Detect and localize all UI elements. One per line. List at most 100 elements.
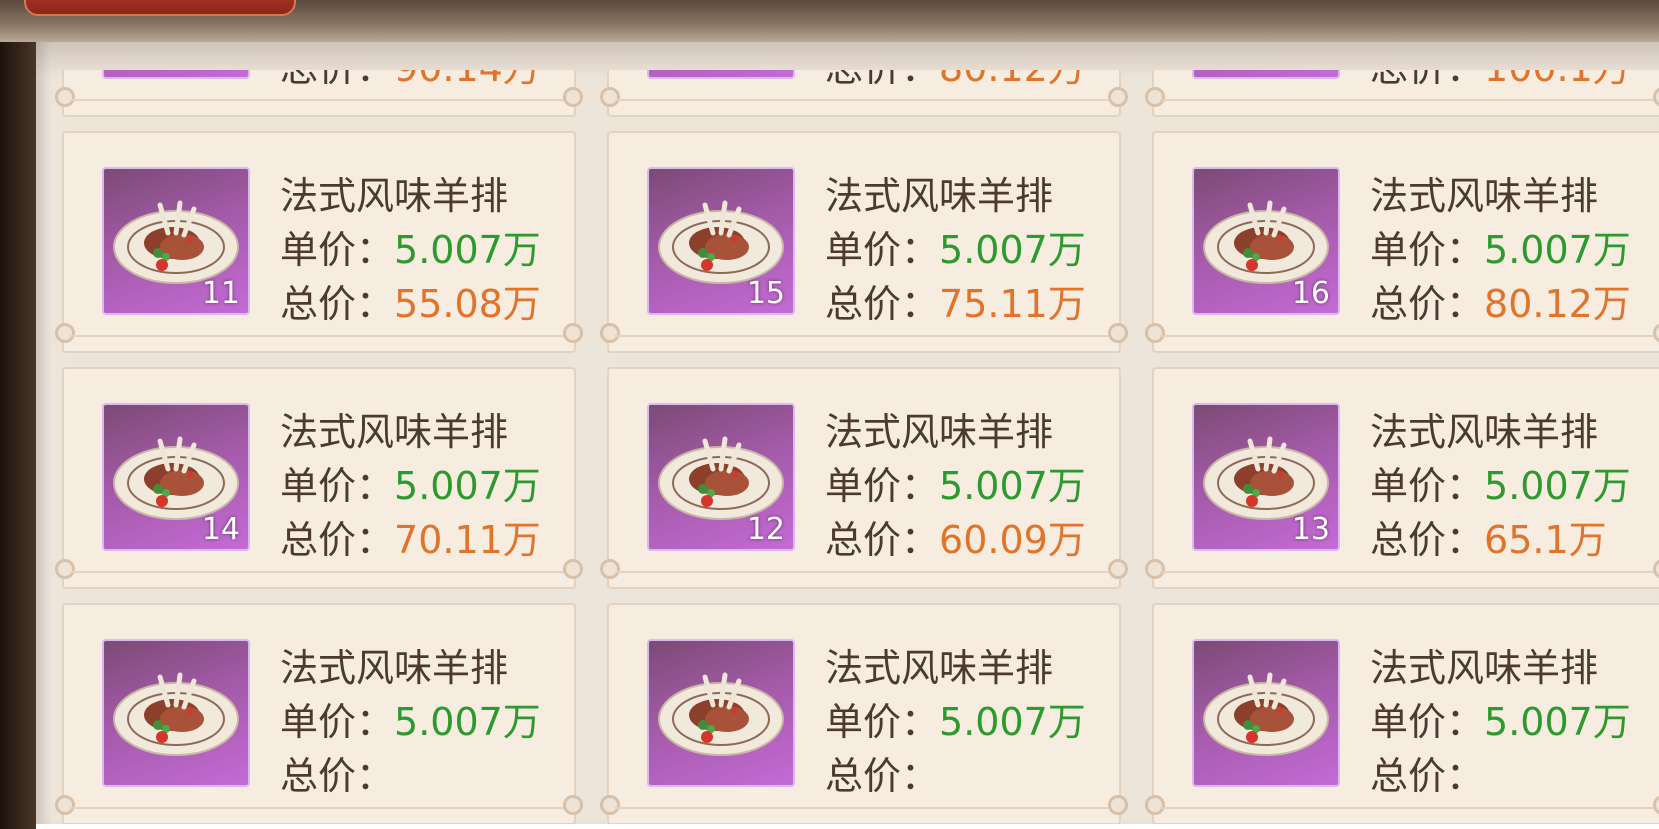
lamb-chops-plate-icon[interactable]: 12 <box>647 403 795 551</box>
plate-graphic <box>658 436 784 520</box>
lamb-chops-plate-icon[interactable]: 13 <box>1192 403 1340 551</box>
plate-graphic <box>658 200 784 284</box>
unit-price-value: 5.007万 <box>939 700 1086 744</box>
listing-card[interactable]: 15 法式风味羊排 单价：5.007万 总价：75.11万 <box>600 131 1128 353</box>
unit-price-value: 5.007万 <box>1484 700 1631 744</box>
item-count: 13 <box>1291 512 1330 547</box>
total-price-row: 总价： <box>825 745 939 800</box>
item-name: 法式风味羊排 <box>825 410 1054 454</box>
listing-card[interactable]: 法式风味羊排 单价：5.007万 总价： <box>55 603 583 825</box>
plate-graphic <box>1203 436 1329 520</box>
unit-price-row: 单价：5.007万 <box>825 691 1086 746</box>
total-price-row: 总价： <box>280 745 394 800</box>
total-price-value: 60.09万 <box>939 518 1086 562</box>
listing-card[interactable]: 20 法式风味羊排 单价：5.007万 总价：100.1万 <box>1145 70 1659 117</box>
total-price-label: 总价： <box>1370 70 1484 90</box>
unit-price-value: 5.007万 <box>394 700 541 744</box>
lamb-chops-plate-icon[interactable]: 18 <box>102 70 250 79</box>
item-count: 16 <box>1291 276 1330 311</box>
total-price-label: 总价： <box>1370 282 1485 326</box>
listing-card[interactable]: 16 法式风味羊排 单价：5.007万 总价：80.12万 <box>1145 131 1659 353</box>
unit-price-value: 5.007万 <box>394 464 541 508</box>
total-price-label: 总价： <box>280 70 394 90</box>
item-count: 14 <box>201 512 240 547</box>
lamb-chops-plate-icon[interactable]: 16 <box>647 70 795 79</box>
unit-price-label: 单价： <box>825 464 940 508</box>
listing-card[interactable]: 13 法式风味羊排 单价：5.007万 总价：65.1万 <box>1145 367 1659 589</box>
total-price-value: 70.11万 <box>394 518 541 562</box>
item-count: 11 <box>201 276 240 311</box>
listing-card[interactable]: 11 法式风味羊排 单价：5.007万 总价：55.08万 <box>55 131 583 353</box>
total-price-row: 总价：90.14万 <box>280 70 541 92</box>
card-divider <box>70 571 568 573</box>
card-divider <box>615 335 1113 337</box>
unit-price-row: 单价：5.007万 <box>280 219 541 274</box>
total-price-label: 总价： <box>825 282 940 326</box>
card-divider <box>1160 807 1658 809</box>
total-price-row: 总价：80.12万 <box>1370 273 1631 328</box>
item-name: 法式风味羊排 <box>280 174 509 218</box>
card-divider <box>70 335 568 337</box>
lamb-chops-plate-icon[interactable] <box>102 639 250 787</box>
listing-card[interactable]: 法式风味羊排 单价：5.007万 总价： <box>1145 603 1659 825</box>
top-tab-button[interactable] <box>24 0 296 16</box>
plate-graphic <box>1203 672 1329 756</box>
listing-card[interactable]: 16 法式风味羊排 单价：5.007万 总价：80.12万 <box>600 70 1128 117</box>
total-price-label: 总价： <box>825 70 939 90</box>
unit-price-label: 单价： <box>1370 464 1485 508</box>
total-price-label: 总价： <box>280 754 395 798</box>
card-divider <box>70 807 568 809</box>
total-price-value: 55.08万 <box>394 282 541 326</box>
total-price-row: 总价：60.09万 <box>825 509 1086 564</box>
card-divider <box>70 99 568 101</box>
total-price-row: 总价：80.12万 <box>825 70 1086 92</box>
listing-card[interactable]: 12 法式风味羊排 单价：5.007万 总价：60.09万 <box>600 367 1128 589</box>
unit-price-value: 5.007万 <box>1484 464 1631 508</box>
total-price-value: 80.12万 <box>1484 282 1631 326</box>
unit-price-row: 单价：5.007万 <box>1370 691 1631 746</box>
unit-price-label: 单价： <box>825 228 940 272</box>
total-price-label: 总价： <box>1370 518 1485 562</box>
total-price-label: 总价： <box>1370 754 1485 798</box>
unit-price-row: 单价：5.007万 <box>825 455 1086 510</box>
item-name: 法式风味羊排 <box>1370 410 1599 454</box>
item-count: 18 <box>202 70 240 75</box>
card-divider <box>1160 571 1658 573</box>
item-count: 15 <box>746 276 785 311</box>
total-price-row: 总价：70.11万 <box>280 509 541 564</box>
total-price-row: 总价：65.1万 <box>1370 509 1607 564</box>
unit-price-label: 单价： <box>825 700 940 744</box>
lamb-chops-plate-icon[interactable]: 14 <box>102 403 250 551</box>
item-name: 法式风味羊排 <box>1370 646 1599 690</box>
item-name: 法式风味羊排 <box>825 174 1054 218</box>
item-list[interactable]: 18 法式风味羊排 单价：5.007万 总价：90.14万 <box>36 70 1659 829</box>
card-divider <box>615 99 1113 101</box>
lamb-chops-plate-icon[interactable]: 11 <box>102 167 250 315</box>
unit-price-label: 单价： <box>1370 700 1485 744</box>
plate-graphic <box>658 672 784 756</box>
unit-price-label: 单价： <box>280 700 395 744</box>
unit-price-label: 单价： <box>280 228 395 272</box>
card-divider <box>1160 99 1658 101</box>
unit-price-value: 5.007万 <box>394 228 541 272</box>
lamb-chops-plate-icon[interactable]: 20 <box>1192 70 1340 79</box>
plate-graphic <box>113 436 239 520</box>
total-price-value: 80.12万 <box>939 70 1086 90</box>
unit-price-value: 5.007万 <box>939 228 1086 272</box>
unit-price-value: 5.007万 <box>939 464 1086 508</box>
lamb-chops-plate-icon[interactable] <box>647 639 795 787</box>
lamb-chops-plate-icon[interactable]: 16 <box>1192 167 1340 315</box>
unit-price-row: 单价：5.007万 <box>1370 219 1631 274</box>
unit-price-row: 单价：5.007万 <box>280 691 541 746</box>
item-name: 法式风味羊排 <box>280 646 509 690</box>
listing-card[interactable]: 法式风味羊排 单价：5.007万 总价： <box>600 603 1128 825</box>
listing-card[interactable]: 14 法式风味羊排 单价：5.007万 总价：70.11万 <box>55 367 583 589</box>
unit-price-row: 单价：5.007万 <box>825 219 1086 274</box>
total-price-row: 总价： <box>1370 745 1484 800</box>
listing-card[interactable]: 18 法式风味羊排 单价：5.007万 总价：90.14万 <box>55 70 583 117</box>
lamb-chops-plate-icon[interactable]: 15 <box>647 167 795 315</box>
total-price-value: 65.1万 <box>1484 518 1607 562</box>
unit-price-row: 单价：5.007万 <box>1370 455 1631 510</box>
card-divider <box>615 571 1113 573</box>
lamb-chops-plate-icon[interactable] <box>1192 639 1340 787</box>
